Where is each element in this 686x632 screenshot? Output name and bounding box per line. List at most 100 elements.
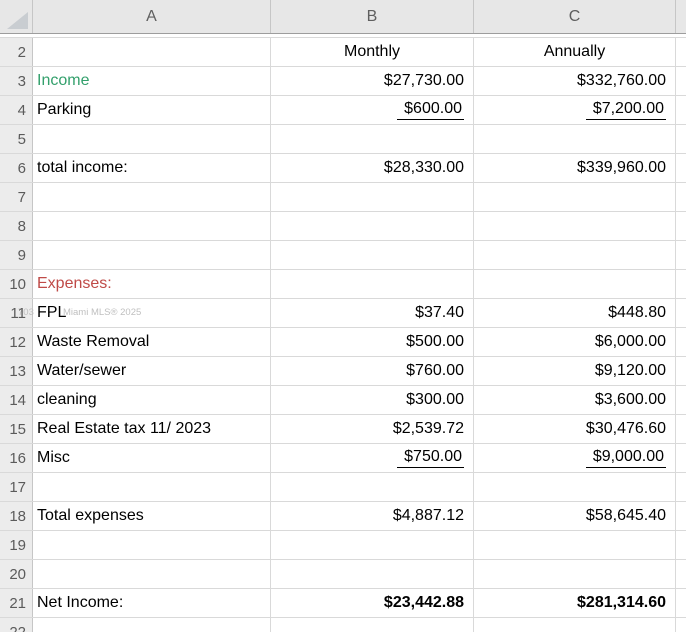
cell-a[interactable]: Water/sewer <box>33 357 271 385</box>
cell-b[interactable] <box>271 241 474 269</box>
cell-a[interactable] <box>33 560 271 588</box>
cell-a[interactable] <box>33 618 271 632</box>
row-number-6[interactable]: 6 <box>0 154 33 182</box>
cell-d[interactable] <box>676 125 686 153</box>
cell-d[interactable] <box>676 618 686 632</box>
cell-a[interactable]: Total expenses <box>33 502 271 530</box>
cell-d[interactable] <box>676 328 686 356</box>
cell-c[interactable]: $9,000.00 <box>474 444 676 472</box>
cell-a[interactable]: Parking <box>33 96 271 124</box>
row-number-7[interactable]: 7 <box>0 183 33 211</box>
row-number-10[interactable]: 10 <box>0 270 33 298</box>
cell-b[interactable]: $750.00 <box>271 444 474 472</box>
cell-b[interactable] <box>271 531 474 559</box>
cell-d[interactable] <box>676 444 686 472</box>
cell-c[interactable] <box>474 241 676 269</box>
cell-d[interactable] <box>676 212 686 240</box>
row-number-12[interactable]: 12 <box>0 328 33 356</box>
cell-d[interactable] <box>676 96 686 124</box>
cell-d[interactable] <box>676 38 686 66</box>
cell-c[interactable] <box>474 618 676 632</box>
cell-b[interactable] <box>271 473 474 501</box>
cell-a[interactable]: Net Income: <box>33 589 271 617</box>
cell-a[interactable]: Waste Removal <box>33 328 271 356</box>
row-number-4[interactable]: 4 <box>0 96 33 124</box>
column-header-c[interactable]: C <box>474 0 676 33</box>
cell-c[interactable]: $30,476.60 <box>474 415 676 443</box>
cell-c[interactable]: Annually <box>474 38 676 66</box>
cell-c[interactable] <box>474 531 676 559</box>
cell-c[interactable]: $58,645.40 <box>474 502 676 530</box>
row-number-9[interactable]: 9 <box>0 241 33 269</box>
cell-a[interactable]: Expenses: <box>33 270 271 298</box>
cell-c[interactable]: $3,600.00 <box>474 386 676 414</box>
row-number-16[interactable]: 16 <box>0 444 33 472</box>
row-number-8[interactable]: 8 <box>0 212 33 240</box>
cell-b[interactable] <box>271 125 474 153</box>
cell-d[interactable] <box>676 270 686 298</box>
row-number-17[interactable]: 17 <box>0 473 33 501</box>
cell-c[interactable]: $6,000.00 <box>474 328 676 356</box>
cell-b[interactable] <box>271 212 474 240</box>
cell-a[interactable]: total income: <box>33 154 271 182</box>
cell-a[interactable]: Income <box>33 67 271 95</box>
cell-a[interactable] <box>33 125 271 153</box>
cell-b[interactable]: $2,539.72 <box>271 415 474 443</box>
cell-c[interactable]: $448.80 <box>474 299 676 327</box>
cell-d[interactable] <box>676 560 686 588</box>
cell-b[interactable]: $27,730.00 <box>271 67 474 95</box>
row-number-20[interactable]: 20 <box>0 560 33 588</box>
cell-b[interactable]: $600.00 <box>271 96 474 124</box>
cell-d[interactable] <box>676 183 686 211</box>
column-header-b[interactable]: B <box>271 0 474 33</box>
cell-c[interactable] <box>474 212 676 240</box>
cell-a[interactable]: cleaning <box>33 386 271 414</box>
row-number-3[interactable]: 3 <box>0 67 33 95</box>
row-number-5[interactable]: 5 <box>0 125 33 153</box>
cell-c[interactable]: $339,960.00 <box>474 154 676 182</box>
cell-c[interactable] <box>474 560 676 588</box>
cell-d[interactable] <box>676 357 686 385</box>
cell-d[interactable] <box>676 67 686 95</box>
cell-d[interactable] <box>676 589 686 617</box>
cell-c[interactable]: $332,760.00 <box>474 67 676 95</box>
cell-d[interactable] <box>676 386 686 414</box>
cell-d[interactable] <box>676 241 686 269</box>
cell-c[interactable]: $7,200.00 <box>474 96 676 124</box>
cell-d[interactable] <box>676 415 686 443</box>
select-all-button[interactable] <box>0 0 33 33</box>
column-header-a[interactable]: A <box>33 0 271 33</box>
cell-a[interactable] <box>33 531 271 559</box>
cell-a[interactable]: Misc <box>33 444 271 472</box>
cell-a[interactable] <box>33 212 271 240</box>
cell-c[interactable]: $281,314.60 <box>474 589 676 617</box>
row-number-13[interactable]: 13 <box>0 357 33 385</box>
cell-c[interactable] <box>474 473 676 501</box>
cell-b[interactable]: $23,442.88 <box>271 589 474 617</box>
row-number-2[interactable]: 2 <box>0 38 33 66</box>
cell-b[interactable]: Monthly <box>271 38 474 66</box>
cell-c[interactable]: $9,120.00 <box>474 357 676 385</box>
cell-b[interactable] <box>271 270 474 298</box>
cell-a[interactable] <box>33 473 271 501</box>
cell-d[interactable] <box>676 473 686 501</box>
cell-d[interactable] <box>676 154 686 182</box>
cell-b[interactable] <box>271 183 474 211</box>
row-number-14[interactable]: 14 <box>0 386 33 414</box>
cell-b[interactable]: $37.40 <box>271 299 474 327</box>
cell-b[interactable] <box>271 560 474 588</box>
row-number-21[interactable]: 21 <box>0 589 33 617</box>
column-header-d-partial[interactable] <box>676 0 686 33</box>
cell-c[interactable] <box>474 125 676 153</box>
cell-c[interactable] <box>474 183 676 211</box>
cell-b[interactable]: $500.00 <box>271 328 474 356</box>
row-number-22[interactable]: 22 <box>0 618 33 632</box>
cell-b[interactable]: $4,887.12 <box>271 502 474 530</box>
cell-a[interactable] <box>33 183 271 211</box>
cell-b[interactable]: $300.00 <box>271 386 474 414</box>
cell-b[interactable]: $28,330.00 <box>271 154 474 182</box>
cell-a[interactable] <box>33 241 271 269</box>
cell-d[interactable] <box>676 502 686 530</box>
cell-b[interactable] <box>271 618 474 632</box>
row-number-19[interactable]: 19 <box>0 531 33 559</box>
